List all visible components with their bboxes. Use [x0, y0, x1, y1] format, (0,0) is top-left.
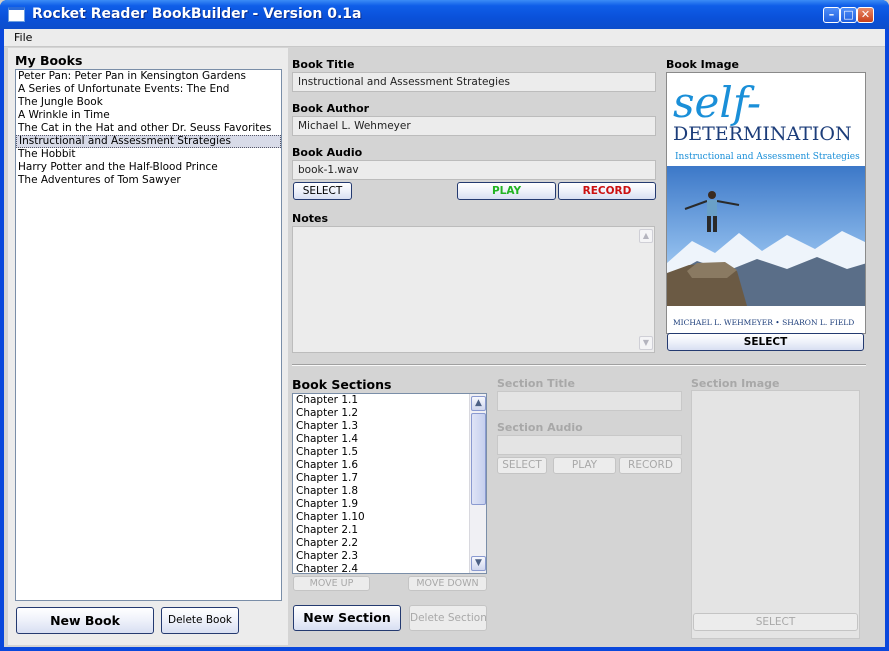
cover-authors: MICHAEL L. WEHMEYER • SHARON L. FIELD	[673, 318, 854, 327]
list-item[interactable]: Chapter 1.7	[293, 472, 486, 485]
list-item[interactable]: Chapter 1.3	[293, 420, 486, 433]
list-item[interactable]: A Wrinkle in Time	[16, 109, 281, 122]
list-item[interactable]: Chapter 1.6	[293, 459, 486, 472]
scroll-up-icon[interactable]: ▲	[471, 396, 486, 411]
close-icon[interactable]: ✕	[857, 7, 874, 23]
notes-label: Notes	[292, 212, 329, 225]
book-audio-select-button[interactable]: SELECT	[293, 182, 352, 200]
book-cover-image: self- DETERMINATION Instructional and As…	[666, 72, 866, 334]
delete-book-button[interactable]: Delete Book	[161, 607, 239, 634]
scroll-down-icon[interactable]: ▼	[471, 556, 486, 571]
scroll-thumb[interactable]	[471, 413, 486, 505]
book-image-label: Book Image	[666, 58, 739, 71]
section-audio-select-button[interactable]: SELECT	[497, 457, 547, 474]
sections-list[interactable]: Chapter 1.1 Chapter 1.2 Chapter 1.3 Chapter…	[292, 393, 487, 574]
cover-subtitle: Instructional and Assessment Strategies	[675, 152, 860, 162]
list-item[interactable]: Chapter 2.4	[293, 563, 486, 573]
book-title-label: Book Title	[292, 58, 355, 71]
section-image-select-button[interactable]: SELECT	[693, 613, 858, 631]
section-play-button[interactable]: PLAY	[553, 457, 616, 474]
scroll-up-icon[interactable]: ▲	[639, 229, 653, 243]
my-books-panel: My Books Peter Pan: Peter Pan in Kensing…	[8, 48, 288, 645]
section-image-box	[691, 390, 860, 639]
notes-scrollbar[interactable]: ▲ ▼	[638, 227, 654, 352]
list-item[interactable]: The Adventures of Tom Sawyer	[16, 174, 281, 187]
list-item[interactable]: Chapter 2.1	[293, 524, 486, 537]
move-up-button[interactable]: MOVE UP	[293, 576, 370, 591]
scroll-down-icon[interactable]: ▼	[639, 336, 653, 350]
list-item[interactable]: Chapter 1.9	[293, 498, 486, 511]
new-section-button[interactable]: New Section	[293, 605, 401, 631]
title-bar[interactable]: Rocket Reader BookBuilder - Version 0.1a…	[0, 0, 889, 29]
section-record-button[interactable]: RECORD	[619, 457, 682, 474]
list-item[interactable]: The Hobbit	[16, 148, 281, 161]
book-record-button[interactable]: RECORD	[558, 182, 656, 200]
window-title: Rocket Reader BookBuilder - Version 0.1a	[32, 6, 362, 22]
menu-file[interactable]: File	[14, 31, 32, 44]
list-item[interactable]: Chapter 1.1	[293, 394, 486, 407]
book-audio-label: Book Audio	[292, 146, 363, 159]
section-title-input[interactable]	[497, 391, 682, 411]
list-item[interactable]: Chapter 1.2	[293, 407, 486, 420]
book-author-label: Book Author	[292, 102, 370, 115]
list-item[interactable]: Chapter 1.10	[293, 511, 486, 524]
list-item[interactable]: Chapter 1.8	[293, 485, 486, 498]
cover-title-line2: DETERMINATION	[673, 123, 852, 145]
section-title-label: Section Title	[497, 377, 575, 390]
delete-section-button[interactable]: Delete Section	[409, 605, 487, 631]
list-item[interactable]: Peter Pan: Peter Pan in Kensington Garde…	[16, 70, 281, 83]
notes-textarea[interactable]: ▲ ▼	[292, 226, 655, 353]
my-books-heading: My Books	[15, 53, 83, 68]
list-item[interactable]: The Cat in the Hat and other Dr. Seuss F…	[16, 122, 281, 135]
section-audio-input[interactable]	[497, 435, 682, 455]
book-sections-heading: Book Sections	[292, 377, 392, 392]
section-audio-label: Section Audio	[497, 421, 583, 434]
sections-scrollbar[interactable]: ▲ ▼	[469, 394, 486, 573]
client-area: File My Books Peter Pan: Peter Pan in Ke…	[4, 29, 885, 647]
list-item[interactable]: Chapter 1.4	[293, 433, 486, 446]
book-author-input[interactable]: Michael L. Wehmeyer	[292, 116, 656, 136]
list-item[interactable]: The Jungle Book	[16, 96, 281, 109]
books-list[interactable]: Peter Pan: Peter Pan in Kensington Garde…	[15, 69, 282, 601]
section-image-label: Section Image	[691, 377, 780, 390]
book-play-button[interactable]: PLAY	[457, 182, 556, 200]
sections-items: Chapter 1.1 Chapter 1.2 Chapter 1.3 Chapter…	[293, 394, 486, 573]
list-item[interactable]: A Series of Unfortunate Events: The End	[16, 83, 281, 96]
new-book-button[interactable]: New Book	[16, 607, 154, 634]
list-item[interactable]: Chapter 2.3	[293, 550, 486, 563]
minimize-icon[interactable]: –	[823, 7, 840, 23]
list-item[interactable]: Chapter 1.5	[293, 446, 486, 459]
move-down-button[interactable]: MOVE DOWN	[408, 576, 487, 591]
list-item[interactable]: Chapter 2.2	[293, 537, 486, 550]
divider	[292, 364, 866, 366]
list-item[interactable]: Harry Potter and the Half-Blood Prince	[16, 161, 281, 174]
book-title-input[interactable]: Instructional and Assessment Strategies	[292, 72, 656, 92]
app-icon	[8, 7, 25, 22]
book-audio-input[interactable]: book-1.wav	[292, 160, 656, 180]
maximize-icon[interactable]: □	[840, 7, 857, 23]
list-item[interactable]: Instructional and Assessment Strategies	[16, 135, 281, 148]
app-window: Rocket Reader BookBuilder - Version 0.1a…	[0, 0, 889, 651]
cover-art: self- DETERMINATION Instructional and As…	[667, 73, 865, 333]
menu-bar: File	[4, 29, 885, 47]
book-details-panel: Book Title Instructional and Assessment …	[289, 48, 885, 645]
book-image-select-button[interactable]: SELECT	[667, 333, 864, 351]
cover-title-line1: self-	[673, 78, 761, 127]
